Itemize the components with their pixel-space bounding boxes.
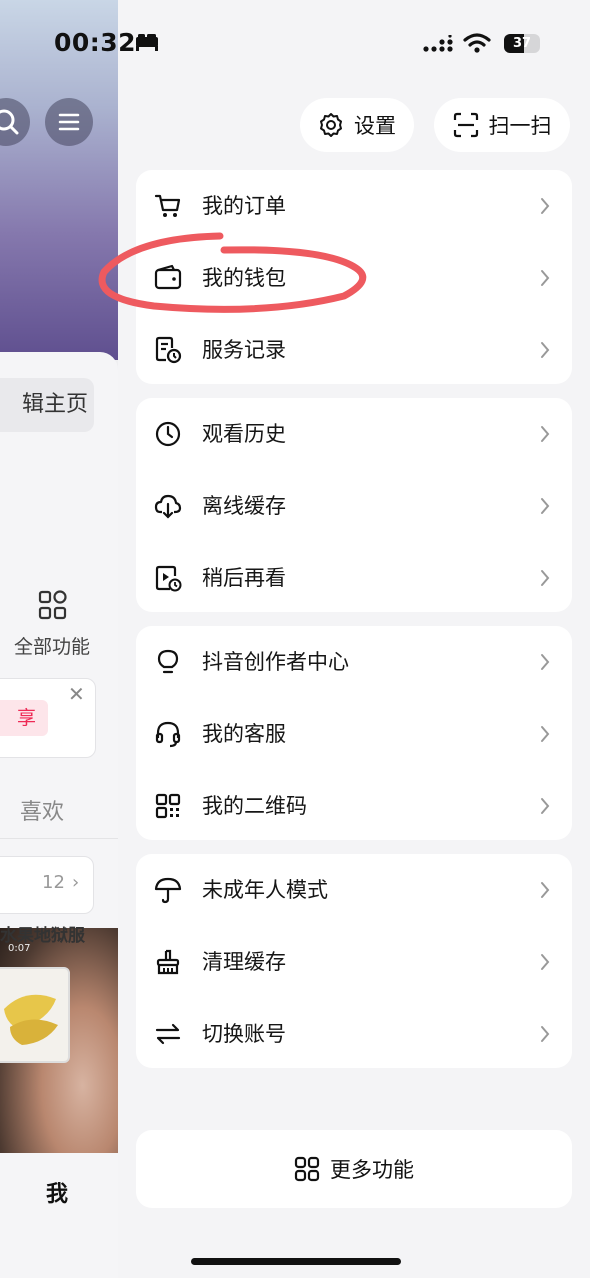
status-time: 00:32	[54, 28, 137, 57]
chevron-right-icon	[541, 654, 550, 670]
likes-tab[interactable]: 喜欢	[20, 794, 64, 826]
menu-item-switch-account[interactable]: 切换账号	[136, 998, 572, 1070]
chevron-right-icon	[541, 726, 550, 742]
wallet-icon	[154, 264, 182, 290]
chevron-right-icon	[541, 954, 550, 970]
chevron-right-icon	[541, 882, 550, 898]
chevron-right-icon	[541, 498, 550, 514]
scan-button[interactable]: 扫一扫	[434, 98, 570, 152]
menu-item-my-qrcode[interactable]: 我的二维码	[136, 770, 572, 842]
menu-item-service-records[interactable]: 服务记录	[136, 314, 572, 386]
settings-label: 设置	[354, 114, 396, 138]
menu-item-watch-later[interactable]: 稍后再看	[136, 542, 572, 614]
count-value: 12	[42, 872, 65, 893]
menu-item-customer-service[interactable]: 我的客服	[136, 698, 572, 770]
menu-item-label: 离线缓存	[202, 494, 286, 518]
menu-item-label: 清理缓存	[202, 950, 286, 974]
sticker-image	[0, 967, 70, 1063]
lightbulb-icon	[157, 649, 179, 674]
starfruit-icon	[4, 994, 58, 1045]
sleep-focus-icon	[136, 34, 158, 51]
menu-item-my-wallet[interactable]: 我的钱包	[136, 242, 572, 314]
chevron-right-icon	[541, 270, 550, 286]
switch-icon	[155, 1023, 181, 1045]
menu-item-label: 服务记录	[202, 338, 286, 362]
chevron-right-icon	[541, 1026, 550, 1042]
scan-icon	[453, 112, 478, 138]
grid-icon	[294, 1156, 320, 1182]
gear-icon	[320, 113, 342, 137]
more-functions-button[interactable]: 更多功能	[136, 1130, 572, 1208]
all-functions-label[interactable]: 全部功能	[14, 632, 90, 659]
scan-label: 扫一扫	[488, 114, 552, 138]
menu-group-orders: 我的订单 我的钱包 服务记录	[136, 170, 572, 384]
menu-item-label: 抖音创作者中心	[202, 650, 349, 674]
cloud-download-icon	[154, 494, 182, 519]
cellular-signal-icon	[423, 35, 453, 52]
chevron-right-icon	[541, 426, 550, 442]
chevron-right-icon	[541, 798, 550, 814]
menu-item-creator-center[interactable]: 抖音创作者中心	[136, 626, 572, 698]
more-functions-label: 更多功能	[330, 1158, 414, 1182]
divider	[0, 838, 118, 839]
menu-item-label: 观看历史	[202, 422, 286, 446]
broom-icon	[156, 949, 180, 975]
chevron-right-icon: ›	[72, 872, 80, 893]
clock-icon	[155, 421, 181, 447]
settings-button[interactable]: 设置	[300, 98, 414, 152]
service-record-icon	[155, 336, 182, 364]
menu-item-label: 我的客服	[202, 722, 286, 746]
wifi-icon	[463, 33, 491, 53]
home-indicator	[191, 1258, 401, 1265]
cart-icon	[154, 194, 181, 217]
grid-icon	[38, 590, 67, 620]
menu-item-minor-mode[interactable]: 未成年人模式	[136, 854, 572, 926]
battery-percentage: 37	[512, 36, 532, 51]
menu-group-services: 抖音创作者中心 我的客服 我的二维码	[136, 626, 572, 840]
background-profile-page: 辑主页 全部功能 享 ✕ 喜欢 12 › 水果地狱服 0:07 我	[0, 0, 118, 1278]
search-icon	[0, 109, 19, 135]
menu-item-label: 稍后再看	[202, 566, 286, 590]
chevron-right-icon	[541, 342, 550, 358]
menu-button[interactable]	[45, 98, 93, 146]
chevron-right-icon	[541, 198, 550, 214]
tab-me[interactable]: 我	[46, 1176, 68, 1208]
menu-group-viewing: 观看历史 离线缓存 稍后再看	[136, 398, 572, 612]
menu-item-label: 我的订单	[202, 194, 286, 218]
hamburger-icon	[58, 113, 80, 131]
close-icon[interactable]: ✕	[68, 682, 85, 706]
video-duration: 0:07	[8, 943, 31, 954]
menu-item-label: 切换账号	[202, 1022, 286, 1046]
watch-later-icon	[155, 565, 182, 592]
menu-item-watch-history[interactable]: 观看历史	[136, 398, 572, 470]
menu-group-system: 未成年人模式 清理缓存 切换账号	[136, 854, 572, 1068]
edit-home-button[interactable]: 辑主页	[0, 378, 94, 432]
chevron-right-icon	[541, 570, 550, 586]
headset-icon	[155, 721, 181, 748]
promo-share-tag[interactable]: 享	[0, 700, 48, 736]
search-button[interactable]	[0, 98, 30, 146]
menu-item-label: 未成年人模式	[202, 878, 328, 902]
menu-item-clear-cache[interactable]: 清理缓存	[136, 926, 572, 998]
umbrella-icon	[154, 877, 182, 904]
menu-item-label: 我的钱包	[202, 266, 286, 290]
menu-item-label: 我的二维码	[202, 794, 307, 818]
menu-item-my-orders[interactable]: 我的订单	[136, 170, 572, 242]
qrcode-icon	[155, 793, 181, 819]
menu-item-offline-cache[interactable]: 离线缓存	[136, 470, 572, 542]
